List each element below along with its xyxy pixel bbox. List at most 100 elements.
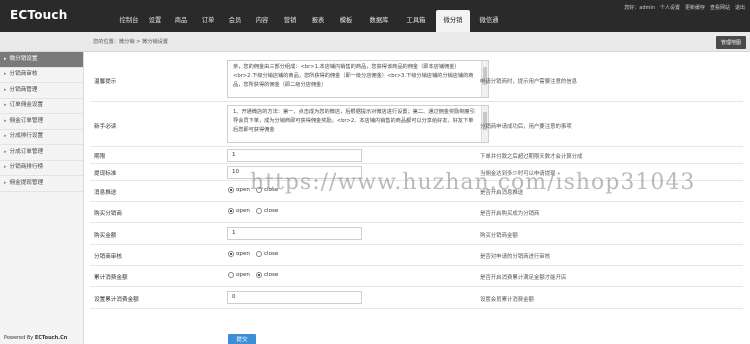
- nav-item[interactable]: 商品: [169, 10, 193, 32]
- user-link[interactable]: 查看网站: [710, 4, 730, 11]
- nav-item[interactable]: 数据库: [362, 10, 396, 32]
- audit-label: 分销商审核: [94, 254, 122, 260]
- user-link[interactable]: 个人设置: [660, 4, 680, 11]
- buy-become-label: 购买分销商: [94, 211, 122, 217]
- radio-button[interactable]: [228, 187, 234, 193]
- audit-radios: open close: [228, 251, 282, 257]
- app-logo[interactable]: ECTouch: [10, 8, 67, 22]
- nav-item[interactable]: 微信通: [473, 10, 505, 32]
- novice-row: 新手必读 1、开通微店的方法：第一、点击成为您的微店，后根据提示对微店进行设置；…: [90, 102, 743, 147]
- sidebar-item[interactable]: ▸ 分成订单管理: [0, 145, 83, 161]
- sidebar-item[interactable]: ▸ 订单佣金设置: [0, 99, 83, 114]
- audit-row: 分销商审核 open close 是否对申请的分销商进行审核: [90, 245, 743, 266]
- submit-button[interactable]: 提交: [228, 334, 256, 344]
- bullet-icon: ▸: [4, 179, 7, 186]
- powered-by-prefix: Powered By: [4, 335, 35, 341]
- period-label: 期限: [94, 154, 106, 160]
- threshold-label: 提现标准: [94, 171, 117, 177]
- radio-button[interactable]: [228, 208, 234, 214]
- notice-note: 申请分销商时，提示用户需要注意的信息: [480, 79, 578, 85]
- sidebar-item-label: 佣金订单管理: [9, 117, 44, 124]
- notice-textarea[interactable]: 亲，您的佣金由三部分组成：<br>1.本店铺内销售的商品，您获得该商品的佣金（即…: [227, 60, 489, 98]
- nav-item[interactable]: 会员: [223, 10, 247, 32]
- radio-label: close: [263, 251, 279, 257]
- sidebar: ▸ 微分销设置 ▸ 分销商审核 ▸ 分销商管理 ▸ 订单佣金设置 ▸ 佣金订单管理 ▸ 分成排行设置 ▸…: [0, 52, 84, 344]
- buy-amount-note: 购买分销商金额: [480, 233, 518, 239]
- period-row: 期限 1 下单并付款之后超过期限天数才会计算分成: [90, 147, 743, 164]
- novice-label: 新手必读: [94, 124, 117, 130]
- nav-item[interactable]: 模板: [333, 10, 359, 32]
- nav-item[interactable]: 营销: [277, 10, 303, 32]
- powered-by-brand: ECTouch.Cn: [34, 335, 68, 341]
- push-label: 消息推送: [94, 190, 117, 196]
- nav-item[interactable]: 控制台: [117, 10, 141, 32]
- buy-become-note: 是否开启购买成为分销商: [480, 211, 540, 217]
- buy-amount-label: 购买金额: [94, 233, 117, 239]
- nav-item[interactable]: 设置: [144, 10, 166, 32]
- period-input[interactable]: 1: [227, 149, 362, 162]
- radio-button[interactable]: [255, 272, 262, 278]
- sidebar-item[interactable]: ▸ 分成排行设置: [0, 130, 83, 145]
- buy-become-radios: open close: [228, 208, 282, 214]
- set-amount-label: 设置累计消费金额: [94, 297, 139, 303]
- sidebar-item-label: 分销商审核: [9, 71, 38, 77]
- user-link[interactable]: 您好：admin: [624, 4, 655, 11]
- radio-button[interactable]: [255, 208, 262, 214]
- site-map-button[interactable]: 管理地图: [715, 36, 746, 49]
- radio-label: close: [263, 272, 279, 278]
- sidebar-item[interactable]: ▸ 佣金订单管理: [0, 114, 83, 130]
- nav-item[interactable]: 工具箱: [399, 10, 433, 32]
- radio-button[interactable]: [255, 251, 262, 257]
- radio-button[interactable]: [228, 272, 234, 278]
- nav-item[interactable]: 报表: [306, 10, 330, 32]
- sidebar-item[interactable]: ▸ 佣金提现管理: [0, 176, 83, 192]
- nav-item[interactable]: 微分销: [436, 10, 470, 32]
- user-link[interactable]: 退出: [735, 4, 745, 11]
- sidebar-item-label: 分销商排行榜: [9, 164, 44, 170]
- top-bar: ECTouch 控制台 设置 商品 订单 会员 内容 营销 报表 模板 数据库 工具箱 微分销 微信通 …: [0, 0, 750, 32]
- novice-note: 分销商申请成功后，用户要注意的事项: [480, 124, 572, 130]
- notice-label: 温馨提示: [94, 79, 117, 85]
- period-note: 下单并付款之后超过期限天数才会计算分成: [480, 154, 583, 160]
- novice-textarea[interactable]: 1、开通微店的方法：第一、点击成为您的微店，后根据提示对微店进行设置；第二、通过…: [227, 105, 489, 143]
- bullet-icon: ▸: [4, 55, 7, 62]
- watermark: https://www.huzhan.com/ishop31043: [250, 170, 696, 195]
- sub-header: 您的位置：微分销 > 微分销设置 管理地图: [0, 32, 750, 52]
- sidebar-item[interactable]: ▸ 微分销设置: [0, 52, 83, 68]
- sidebar-item-label: 微分销设置: [9, 55, 38, 62]
- cumulative-label: 累计消费金额: [94, 275, 128, 281]
- sidebar-item[interactable]: ▸ 分销商管理: [0, 83, 83, 99]
- radio-label: open: [236, 272, 250, 278]
- main-nav: 控制台 设置 商品 订单 会员 内容 营销 报表 模板 数据库 工具箱 微分销 微信通: [117, 10, 508, 32]
- set-amount-note: 设置会员累计消费金额: [480, 297, 534, 303]
- notice-text: 亲，您的佣金由三部分组成：<br>1.本店铺内销售的商品，您获得该商品的佣金（即…: [233, 64, 474, 88]
- notice-row: 温馨提示 亲，您的佣金由三部分组成：<br>1.本店铺内销售的商品，您获得该商品…: [90, 57, 743, 102]
- nav-item[interactable]: 内容: [250, 10, 274, 32]
- set-amount-input[interactable]: 0: [227, 291, 362, 304]
- sidebar-item-label: 分成排行设置: [9, 133, 44, 139]
- sidebar-item-label: 订单佣金设置: [9, 102, 44, 108]
- bullet-icon: ▸: [4, 148, 7, 155]
- cumulative-radios: open close: [228, 272, 282, 278]
- radio-label: close: [263, 208, 279, 214]
- sidebar-item[interactable]: ▸ 分销商排行榜: [0, 161, 83, 176]
- sidebar-item-label: 分销商管理: [9, 86, 38, 93]
- nav-item[interactable]: 订单: [196, 10, 220, 32]
- buy-amount-row: 购买金额 1 购买分销商金额: [90, 223, 743, 245]
- radio-label: open: [236, 187, 250, 193]
- sidebar-item[interactable]: ▸ 分销商审核: [0, 68, 83, 83]
- sidebar-item-label: 佣金提现管理: [9, 179, 44, 186]
- user-link[interactable]: 更新缓存: [685, 4, 705, 11]
- bullet-icon: ▸: [4, 102, 7, 108]
- audit-note: 是否对申请的分销商进行审核: [480, 254, 551, 260]
- bullet-icon: ▸: [4, 86, 7, 93]
- cumulative-row: 累计消费金额 open close 是否开启消费累计满足金额才能开店: [90, 266, 743, 287]
- powered-by: Powered By ECTouch.Cn: [4, 335, 67, 341]
- sidebar-item-label: 分成订单管理: [9, 148, 44, 155]
- set-amount-row: 设置累计消费金额 0 设置会员累计消费金额: [90, 287, 743, 309]
- buy-amount-input[interactable]: 1: [227, 227, 362, 240]
- radio-label: open: [236, 251, 250, 257]
- radio-button[interactable]: [228, 251, 234, 257]
- cumulative-note: 是否开启消费累计满足金额才能开店: [480, 275, 567, 281]
- buy-become-row: 购买分销商 open close 是否开启购买成为分销商: [90, 202, 743, 223]
